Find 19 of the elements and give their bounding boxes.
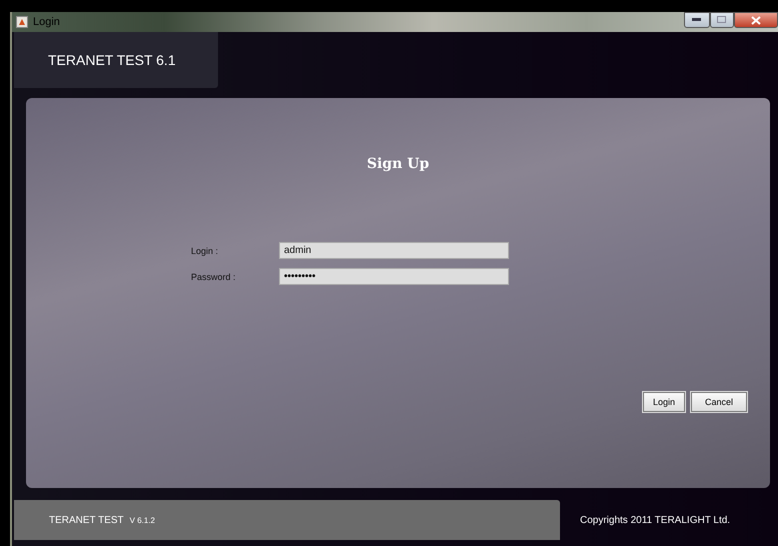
product-name: TERANET TEST [49, 514, 124, 526]
login-field[interactable]: admin [279, 242, 509, 259]
field-label: Password : [190, 272, 237, 282]
form-heading: Sign Up [366, 156, 430, 172]
maximize-icon [717, 16, 727, 24]
minimize-icon [692, 18, 702, 22]
maximize-button[interactable] [710, 12, 734, 28]
cancel-button[interactable]: Cancel [690, 392, 747, 412]
app-icon [16, 16, 28, 28]
copyright-text: Copyrights 2011 TERALIGHT Ltd. [580, 514, 730, 526]
close-button[interactable] [734, 12, 778, 28]
window-title: Login [33, 16, 60, 28]
password-field[interactable]: ••••••••• [279, 268, 509, 285]
field-label: Login : [190, 246, 220, 256]
login-button[interactable]: Login [642, 392, 685, 412]
app-title: TERANET TEST 6.1 [48, 52, 176, 68]
version-label: V 6.1.2 [130, 516, 156, 524]
close-icon [751, 16, 761, 24]
minimize-button[interactable] [684, 12, 710, 28]
